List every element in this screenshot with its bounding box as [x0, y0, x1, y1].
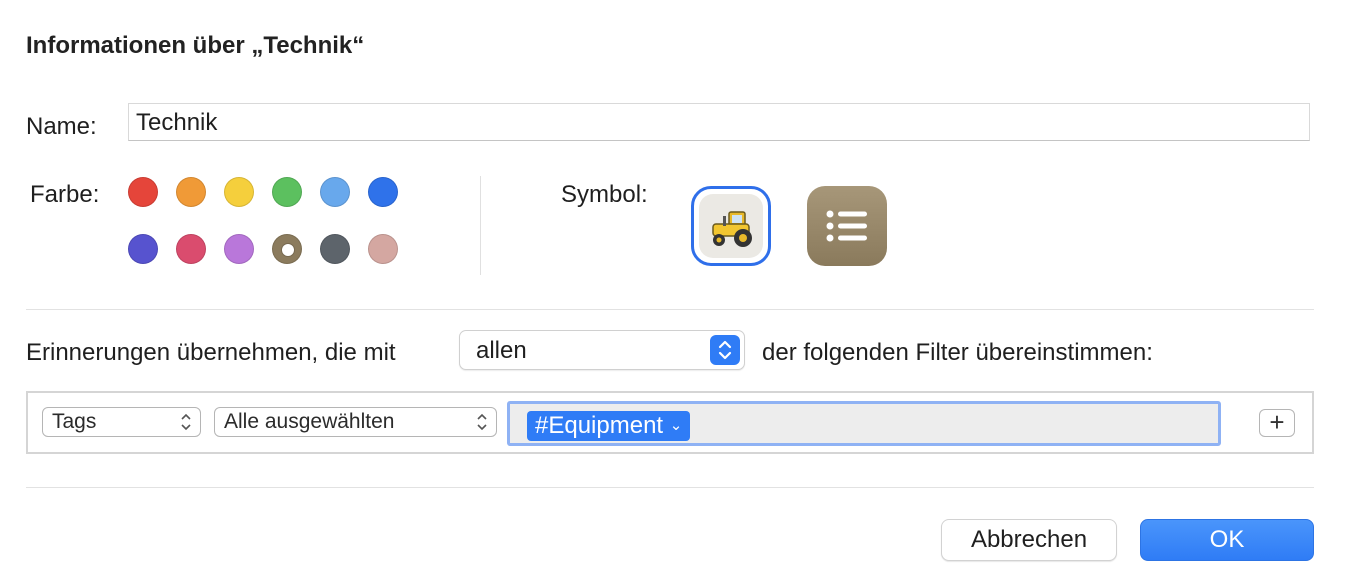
- ok-button[interactable]: OK: [1140, 519, 1314, 561]
- color-swatch[interactable]: [176, 234, 206, 264]
- color-swatch[interactable]: [368, 234, 398, 264]
- tractor-icon: [712, 211, 752, 247]
- tag-token[interactable]: #Equipment ⌄: [527, 411, 691, 441]
- match-mode-value: allen: [476, 337, 527, 364]
- dialog-title: Informationen über „Technik“: [26, 32, 365, 59]
- color-swatch[interactable]: [128, 234, 158, 264]
- tag-token-label: #Equipment: [535, 412, 664, 439]
- color-swatch[interactable]: [272, 177, 302, 207]
- color-swatch[interactable]: [128, 177, 158, 207]
- divider-horizontal: [26, 309, 1314, 310]
- plus-icon: +: [1269, 407, 1285, 437]
- name-input[interactable]: Technik: [128, 103, 1310, 141]
- list-bullet-icon: [826, 210, 867, 242]
- popup-stepper-icon: [710, 335, 740, 365]
- tag-token-field[interactable]: #Equipment ⌄: [507, 401, 1221, 446]
- symbol-label: Symbol:: [561, 181, 648, 208]
- divider-vertical: [480, 176, 481, 275]
- filter-rule-suffix: der folgenden Filter übereinstimmen:: [762, 339, 1153, 366]
- filter-field-popup[interactable]: Tags: [42, 407, 201, 437]
- updown-chevron-icon: [476, 408, 488, 445]
- symbol-option-tractor[interactable]: [691, 186, 771, 266]
- color-swatch[interactable]: [368, 177, 398, 207]
- match-mode-popup[interactable]: allen: [459, 330, 745, 370]
- color-swatch[interactable]: [224, 177, 254, 207]
- filter-field-value: Tags: [52, 410, 97, 433]
- color-swatch[interactable]: [224, 234, 254, 264]
- color-label: Farbe:: [30, 181, 100, 208]
- color-swatch[interactable]: [320, 234, 350, 264]
- cancel-button[interactable]: Abbrechen: [941, 519, 1117, 561]
- add-filter-button[interactable]: +: [1259, 409, 1295, 437]
- filter-rule-prefix: Erinnerungen übernehmen, die mit: [26, 339, 396, 366]
- symbol-option-list[interactable]: [807, 186, 887, 266]
- divider-horizontal-bottom: [26, 487, 1314, 488]
- updown-chevron-icon: [180, 408, 192, 445]
- chevron-down-icon: ⌄: [669, 417, 683, 434]
- filter-operator-popup[interactable]: Alle ausgewählten: [214, 407, 497, 437]
- filter-operator-value: Alle ausgewählten: [224, 410, 395, 433]
- color-swatch[interactable]: [176, 177, 206, 207]
- color-swatch[interactable]: [272, 234, 302, 264]
- color-swatch[interactable]: [320, 177, 350, 207]
- name-label: Name:: [26, 113, 97, 140]
